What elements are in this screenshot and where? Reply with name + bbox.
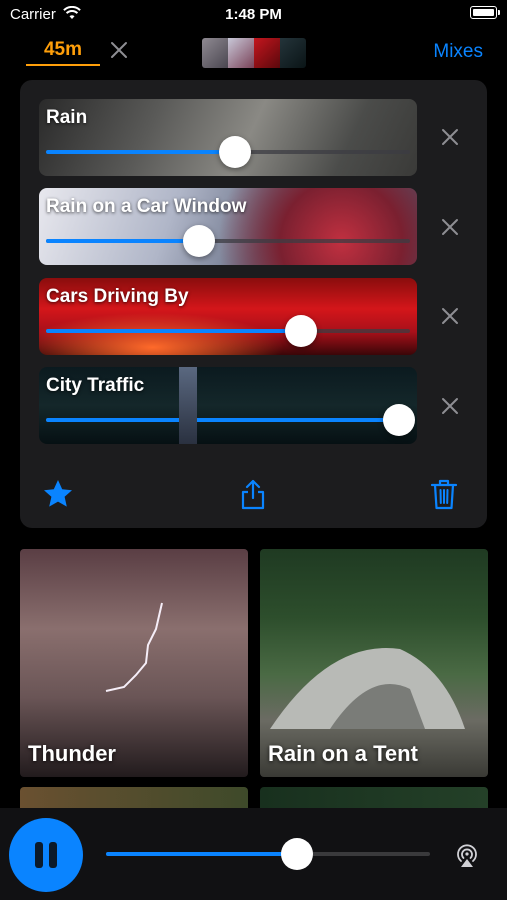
player-bar — [0, 808, 507, 900]
track-volume-slider[interactable] — [46, 225, 410, 257]
star-icon[interactable] — [42, 478, 74, 510]
thumbnail-rain — [202, 38, 228, 68]
close-icon — [442, 219, 458, 235]
mixes-button[interactable]: Mixes — [433, 41, 483, 63]
master-volume-slider[interactable] — [106, 838, 430, 870]
close-icon[interactable] — [108, 39, 130, 61]
mix-track-rain: Rain — [39, 99, 417, 176]
airplay-icon[interactable] — [452, 840, 482, 870]
battery-icon — [470, 6, 500, 19]
mix-track-city-traffic: City Traffic — [39, 367, 417, 444]
thumbnail-cars-driving — [254, 38, 280, 68]
slider-fill — [106, 852, 298, 856]
remove-track-city-traffic-button[interactable] — [438, 394, 462, 418]
close-icon — [442, 308, 458, 324]
top-toolbar: 45m Mixes — [0, 36, 507, 70]
sound-card-rain-on-a-tent[interactable]: Rain on a Tent — [260, 549, 488, 777]
status-bar: Carrier 1:48 PM — [0, 0, 507, 28]
track-name: Rain — [46, 107, 88, 128]
sound-card-thunder[interactable]: Thunder — [20, 549, 248, 777]
current-mix-panel: Rain Rain on a Car Window Cars Driving B… — [20, 80, 487, 528]
remove-track-rain-button[interactable] — [438, 125, 462, 149]
share-icon[interactable] — [237, 478, 269, 510]
track-name: City Traffic — [46, 375, 145, 396]
slider-fill — [46, 329, 301, 333]
slider-knob[interactable] — [219, 136, 252, 168]
thumbnail-city-traffic — [280, 38, 306, 68]
close-icon — [442, 398, 458, 414]
sound-card-label: Rain on a Tent — [268, 741, 418, 766]
track-volume-slider[interactable] — [46, 404, 416, 436]
slider-knob[interactable] — [383, 404, 416, 436]
mix-thumbnails[interactable] — [202, 38, 306, 68]
mix-track-rain-on-car-window: Rain on a Car Window — [39, 188, 417, 265]
slider-knob[interactable] — [281, 838, 314, 870]
mix-actions — [20, 478, 487, 512]
clock: 1:48 PM — [225, 6, 282, 23]
slider-fill — [46, 239, 199, 243]
sound-card-label: Thunder — [28, 741, 116, 766]
slider-knob[interactable] — [182, 225, 215, 257]
track-name: Cars Driving By — [46, 286, 189, 307]
track-volume-slider[interactable] — [46, 315, 410, 347]
pause-button[interactable] — [9, 818, 83, 892]
track-volume-slider[interactable] — [46, 136, 410, 168]
close-icon — [442, 129, 458, 145]
pause-icon — [35, 842, 57, 868]
slider-knob[interactable] — [284, 315, 317, 347]
remove-track-cars-driving-by-button[interactable] — [438, 304, 462, 328]
trash-icon[interactable] — [428, 478, 460, 510]
thumbnail-car-window — [228, 38, 254, 68]
remove-track-rain-on-car-window-button[interactable] — [438, 215, 462, 239]
sleep-timer-button[interactable]: 45m — [26, 36, 100, 66]
slider-fill — [46, 418, 400, 422]
track-name: Rain on a Car Window — [46, 196, 247, 217]
mix-track-cars-driving-by: Cars Driving By — [39, 278, 417, 355]
slider-fill — [46, 150, 236, 154]
